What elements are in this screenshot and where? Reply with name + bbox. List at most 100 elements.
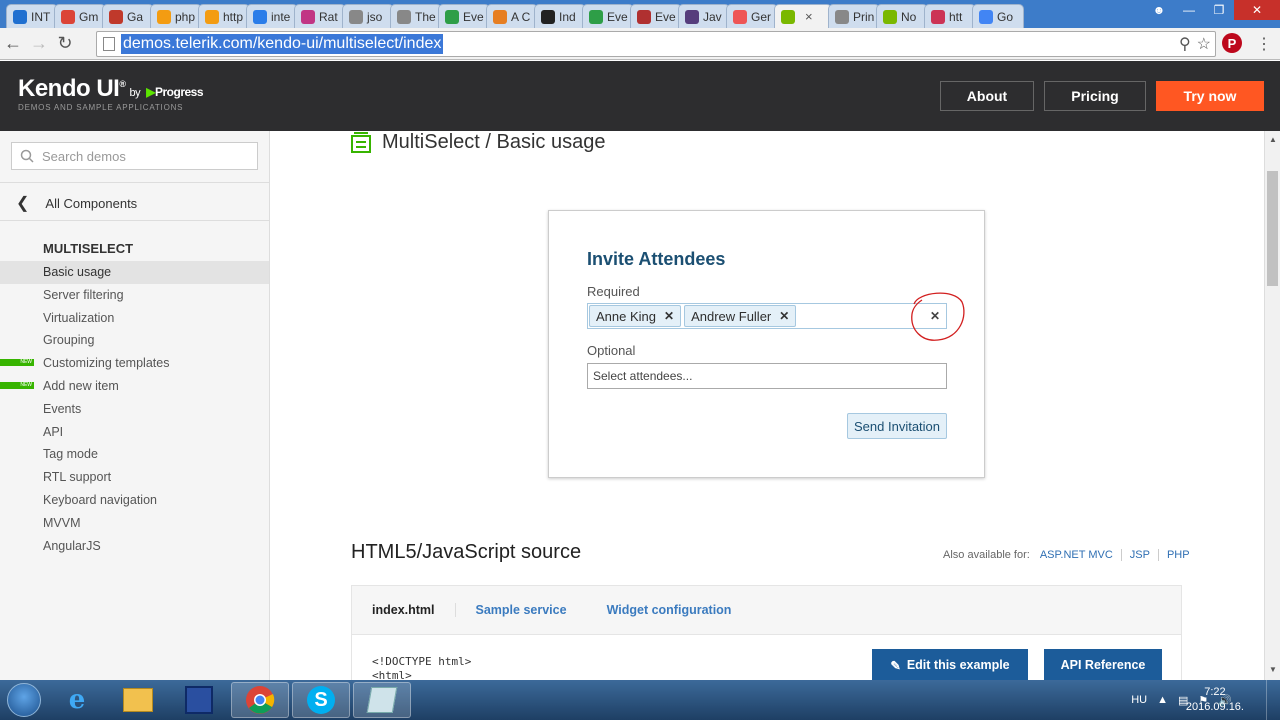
restore-button[interactable]: ❐ — [1204, 0, 1234, 20]
chrome-taskbar-icon[interactable] — [231, 682, 289, 718]
browser-tab[interactable]: jso — [342, 4, 394, 28]
skype-taskbar-icon[interactable]: S — [292, 682, 350, 718]
php-link[interactable]: PHP — [1157, 549, 1198, 561]
about-button[interactable]: About — [940, 81, 1034, 111]
pricing-button[interactable]: Pricing — [1044, 81, 1146, 111]
tag-anne-king[interactable]: Anne King ✕ — [589, 305, 682, 327]
sidebar-item[interactable]: Tag mode — [0, 443, 269, 466]
browser-tab[interactable]: Gm — [54, 4, 106, 28]
back-button[interactable]: ← — [0, 33, 26, 54]
browser-tab[interactable]: Eve — [630, 4, 682, 28]
language-indicator[interactable]: HU — [1131, 694, 1147, 706]
browser-tab[interactable]: Eve — [582, 4, 634, 28]
browser-tab[interactable]: htt — [924, 4, 976, 28]
clock[interactable]: 7:22 2016.09.16. — [1186, 685, 1244, 715]
browser-tab[interactable]: http — [198, 4, 250, 28]
scroll-up-icon[interactable]: ▲ — [1269, 135, 1277, 144]
sidebar-item-label: Events — [43, 401, 82, 416]
required-multiselect[interactable]: Anne King ✕ Andrew Fuller ✕ ✕ — [587, 303, 947, 329]
edit-example-label: Edit this example — [906, 658, 1010, 672]
source-tabs: index.html Sample service Widget configu… — [351, 585, 1182, 635]
sidebar-item[interactable]: Basic usage — [0, 261, 269, 284]
browser-tab[interactable]: The — [390, 4, 442, 28]
browser-tab[interactable]: inte — [246, 4, 298, 28]
browser-tab[interactable]: Go — [972, 4, 1024, 28]
window-close-button[interactable]: ✕ — [1234, 0, 1280, 20]
sidebar-item-label: Grouping — [43, 333, 95, 348]
sidebar-item-label: MVVM — [43, 515, 81, 530]
sidebar-item[interactable]: NEW Add new item — [0, 375, 269, 398]
search-placeholder: Search demos — [42, 148, 126, 164]
windows-logo-icon — [7, 683, 41, 717]
sidebar-item[interactable]: Events — [0, 398, 269, 421]
tray-expand-icon[interactable]: ▲ — [1157, 694, 1168, 706]
page-title-text: MultiSelect / Basic usage — [382, 131, 606, 153]
minimize-button[interactable]: — — [1174, 0, 1204, 20]
browser-tab[interactable]: Ga — [102, 4, 154, 28]
tag-remove-icon[interactable]: ✕ — [664, 309, 674, 323]
ie-taskbar-icon[interactable]: e — [48, 682, 106, 718]
browser-tab[interactable]: A C — [486, 4, 538, 28]
optional-placeholder: Select attendees... — [593, 369, 693, 383]
tab-sample-service[interactable]: Sample service — [456, 603, 587, 617]
scroll-thumb[interactable] — [1267, 171, 1278, 286]
kendo-logo[interactable]: Kendo UI®by ▶Progress — [18, 75, 204, 103]
sidebar-item[interactable]: NEW Customizing templates — [0, 352, 269, 375]
try-now-button[interactable]: Try now — [1156, 81, 1264, 111]
browser-tab[interactable]: php — [150, 4, 202, 28]
sidebar-item[interactable]: Keyboard navigation — [0, 489, 269, 512]
browser-tab[interactable]: Eve — [438, 4, 490, 28]
browser-tab[interactable]: Ind — [534, 4, 586, 28]
tag-remove-icon[interactable]: ✕ — [779, 309, 789, 323]
logo-progress: Progress — [155, 85, 204, 99]
url-input[interactable]: demos.telerik.com/kendo-ui/multiselect/i… — [96, 31, 1216, 57]
tab-widget-configuration[interactable]: Widget configuration — [587, 603, 752, 617]
browser-tab[interactable]: Ger — [726, 4, 778, 28]
favicon-icon — [109, 9, 123, 24]
tab-label: jso — [367, 9, 383, 24]
tab-index-html[interactable]: index.html — [352, 603, 456, 617]
all-components-link[interactable]: ❮ All Components — [16, 193, 137, 213]
zoom-icon[interactable]: ⚲ — [1179, 34, 1191, 54]
sidebar-item[interactable]: Server filtering — [0, 284, 269, 307]
sidebar-item[interactable]: Virtualization — [0, 307, 269, 330]
browser-tab[interactable]: Rat — [294, 4, 346, 28]
forward-button[interactable]: → — [26, 33, 52, 54]
jsp-link[interactable]: JSP — [1120, 549, 1158, 561]
scroll-down-icon[interactable]: ▼ — [1269, 665, 1277, 674]
browser-menu-icon[interactable]: ⋮ — [1256, 34, 1272, 54]
favicon-icon — [157, 9, 171, 24]
site-header: Kendo UI®by ▶Progress DEMOS AND SAMPLE A… — [0, 61, 1280, 131]
search-input[interactable]: Search demos — [11, 142, 258, 170]
notepad-taskbar-icon[interactable] — [353, 682, 411, 718]
explorer-taskbar-icon[interactable] — [109, 682, 167, 718]
page-scrollbar[interactable]: ▲ ▼ — [1264, 131, 1280, 680]
sidebar-item[interactable]: Grouping — [0, 329, 269, 352]
sidebar-item[interactable]: API — [0, 421, 269, 444]
tag-andrew-fuller[interactable]: Andrew Fuller ✕ — [684, 305, 797, 327]
code-block: <!DOCTYPE html> <html> — [372, 655, 471, 680]
tab-label: Eve — [607, 9, 628, 24]
browser-tab[interactable]: No — [876, 4, 928, 28]
user-icon[interactable]: ☻ — [1144, 0, 1174, 20]
browser-tab[interactable]: Jav — [678, 4, 730, 28]
send-invitation-button[interactable]: Send Invitation — [847, 413, 948, 439]
sidebar-item[interactable]: RTL support — [0, 466, 269, 489]
aspnet-mvc-link[interactable]: ASP.NET MVC — [1030, 549, 1121, 561]
save-taskbar-icon[interactable] — [170, 682, 228, 718]
optional-multiselect[interactable]: Select attendees... — [587, 363, 947, 389]
sidebar-item[interactable]: MVVM — [0, 512, 269, 535]
bookmark-star-icon[interactable]: ☆ — [1197, 34, 1211, 54]
api-reference-button[interactable]: API Reference — [1044, 649, 1162, 680]
tab-label: Jav — [703, 9, 722, 24]
reload-button[interactable]: ↻ — [52, 33, 78, 54]
tab-close-icon[interactable]: × — [805, 9, 813, 24]
browser-tab[interactable]: INT — [6, 4, 58, 28]
sidebar-item[interactable]: AngularJS — [0, 535, 269, 558]
show-desktop-button[interactable] — [1266, 680, 1280, 720]
browser-tab[interactable]: × — [774, 4, 832, 28]
browser-tab[interactable]: Prin — [828, 4, 880, 28]
start-button[interactable] — [0, 680, 48, 720]
edit-example-button[interactable]: ✎ Edit this example — [872, 649, 1028, 680]
pinterest-icon[interactable]: P — [1222, 33, 1242, 53]
